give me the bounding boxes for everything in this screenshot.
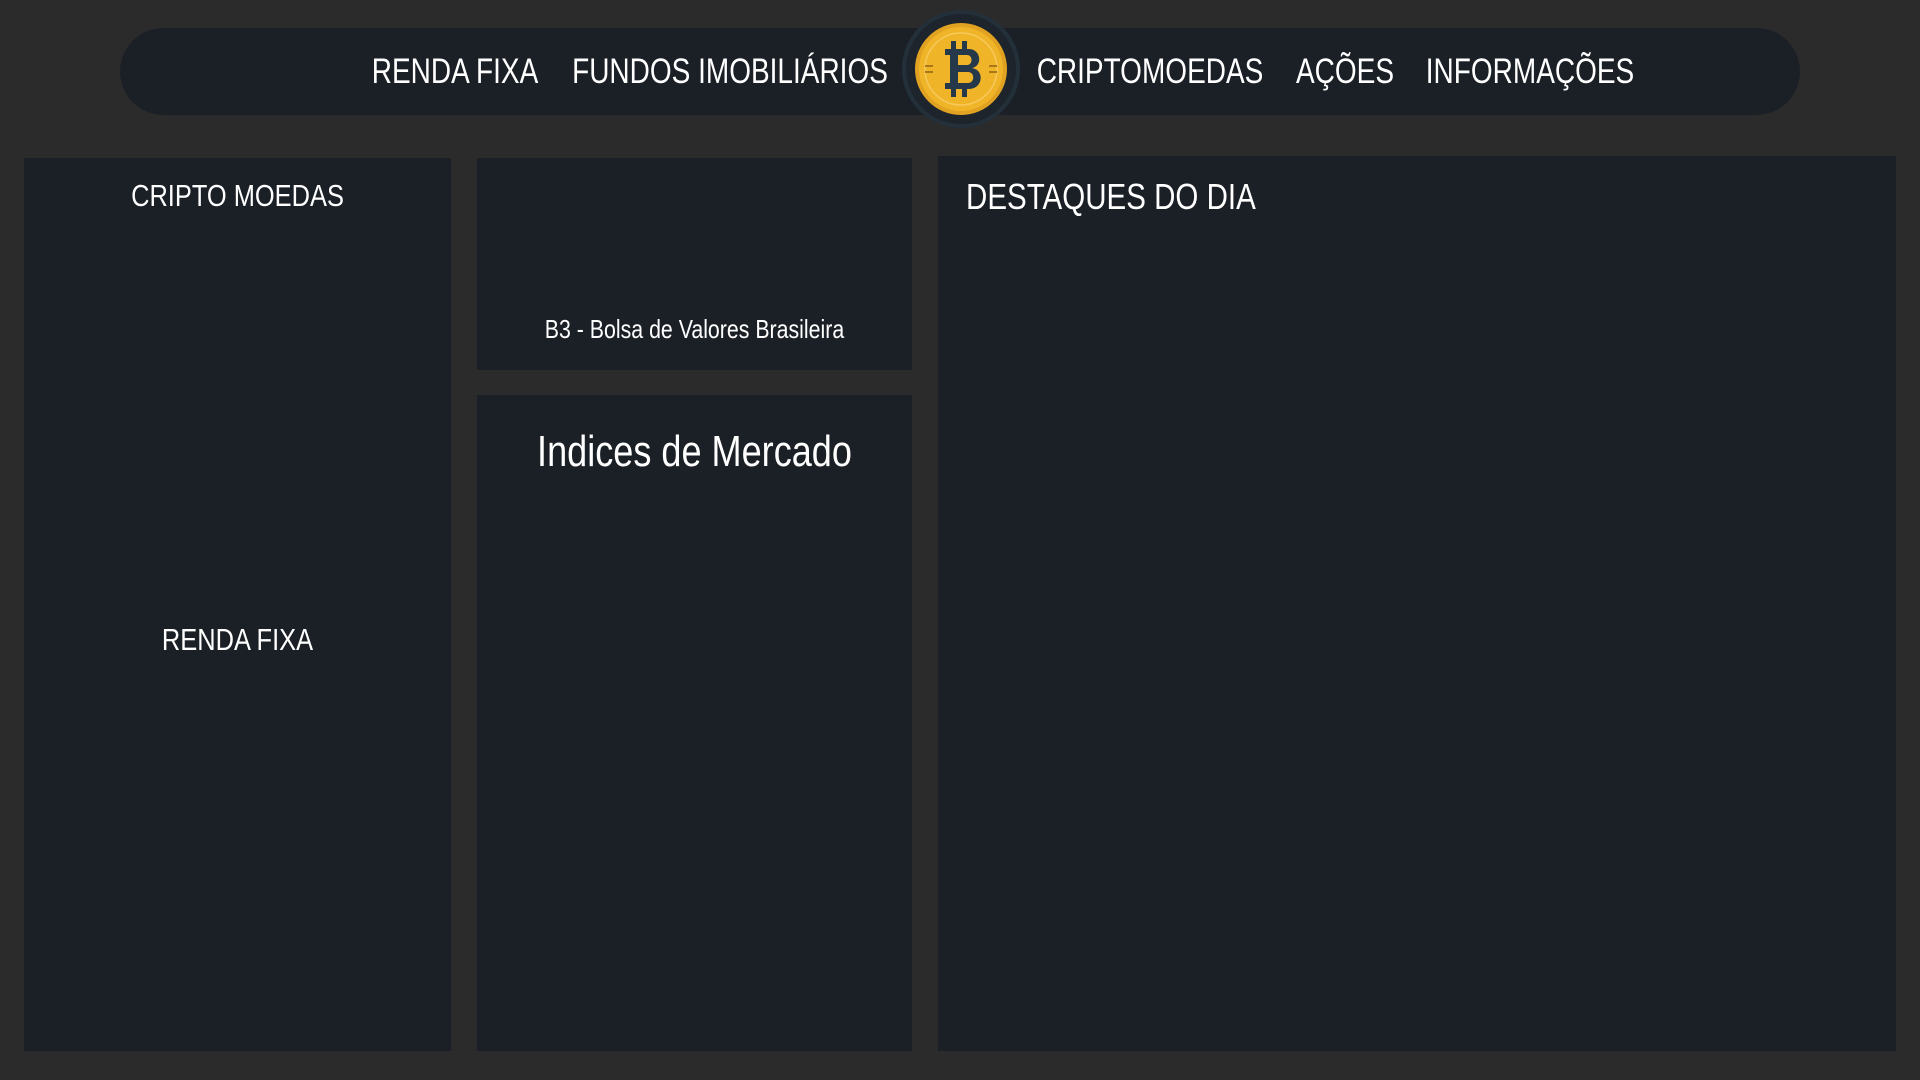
daily-highlights-title: DESTAQUES DO DIA bbox=[966, 176, 1256, 217]
nav-informacoes[interactable]: INFORMAÇÕES bbox=[1426, 28, 1634, 115]
renda-fixa-label: RENDA FIXA bbox=[161, 622, 314, 657]
market-indices-title: Indices de Mercado bbox=[537, 427, 852, 476]
bitcoin-coin-icon bbox=[915, 23, 1007, 115]
nav-acoes[interactable]: AÇÕES bbox=[1296, 28, 1394, 115]
market-indices-panel: Indices de Mercado bbox=[477, 395, 912, 1051]
nav-criptomoedas[interactable]: CRIPTOMOEDAS bbox=[1037, 28, 1264, 115]
nav-renda-fixa[interactable]: RENDA FIXA bbox=[372, 28, 538, 115]
crypto-panel: CRIPTO MOEDAS RENDA FIXA bbox=[24, 158, 451, 1051]
crypto-panel-title: CRIPTO MOEDAS bbox=[131, 178, 344, 213]
bitcoin-logo-icon[interactable] bbox=[906, 14, 1016, 124]
nav-fundos-imobiliarios[interactable]: FUNDOS IMOBILIÁRIOS bbox=[572, 28, 888, 115]
b3-caption: B3 - Bolsa de Valores Brasileira bbox=[544, 314, 845, 344]
daily-highlights-panel: DESTAQUES DO DIA bbox=[938, 156, 1896, 1051]
page: RENDA FIXA FUNDOS IMOBILIÁRIOS CRIPTOMOE… bbox=[0, 0, 1920, 1080]
b3-panel: B3 - Bolsa de Valores Brasileira bbox=[477, 158, 912, 370]
